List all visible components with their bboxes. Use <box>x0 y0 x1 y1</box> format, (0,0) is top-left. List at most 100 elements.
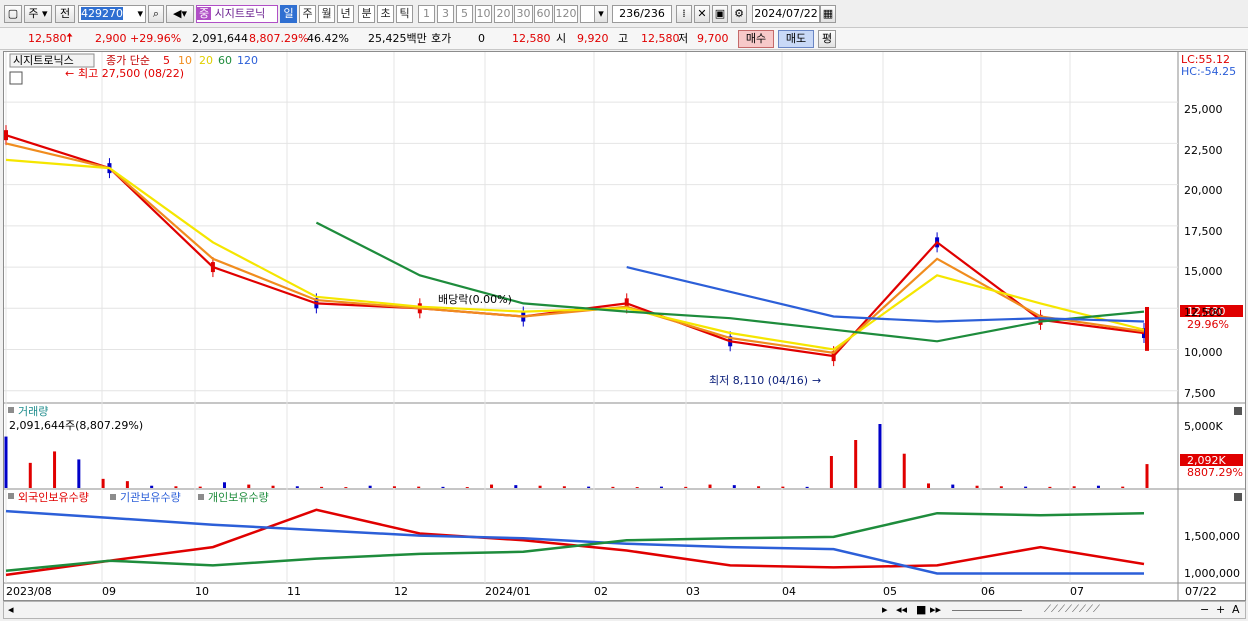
font-size-icon[interactable]: A <box>1232 602 1240 618</box>
hc-label: HC:-54.25 <box>1181 65 1236 78</box>
volume-bar <box>198 486 202 488</box>
volume-bar <box>999 486 1003 488</box>
x-label: 2023/08 <box>6 585 52 598</box>
tf-month[interactable]: 월 <box>318 5 335 23</box>
chart-area[interactable]: 시지트로닉스 종가 단순 5 10 20 60 120 LC:55.12 HC:… <box>3 51 1246 601</box>
toolbar: ▢ 주 ▾ 전 429270 ▾ ⌕ ◀▾ 중 시지트로닉 일 주 월 년 분 … <box>0 0 1248 28</box>
market-tab-label: 주 <box>28 7 39 20</box>
interval-120[interactable]: 120 <box>554 5 578 23</box>
quote-change-pct: +29.96% <box>130 32 182 45</box>
search-icon[interactable]: ⌕ <box>148 5 164 23</box>
stock-badge: 중 <box>197 7 212 20</box>
stock-name: 시지트로닉 <box>214 7 266 20</box>
tf-week[interactable]: 주 <box>299 5 316 23</box>
quote-turnover: 46.42% <box>307 32 349 45</box>
stop-icon[interactable]: ■ <box>916 602 926 618</box>
gear-icon[interactable]: ⚙ <box>731 5 747 23</box>
high-arrow-icon: ← <box>65 67 74 80</box>
interval-5[interactable]: 5 <box>456 5 473 23</box>
chart-scrollbar[interactable]: ◂ ▸ ◂◂ ■ ▸▸ ⟋⟋⟋⟋⟋⟋⟋⟋ − + A <box>3 601 1246 619</box>
sell-button[interactable]: 매도 <box>778 30 814 48</box>
ma-legend-60: 60 <box>218 54 232 67</box>
count-total: /236 <box>640 7 665 20</box>
period-tab[interactable]: 전 <box>55 5 75 23</box>
x-label: 03 <box>686 585 700 598</box>
drawing-tools-icon[interactable]: ⟋⟋⟋⟋⟋⟋⟋⟋ <box>1044 602 1100 618</box>
ma-legend-20: 20 <box>199 54 213 67</box>
date-field[interactable]: 2024/07/22 <box>752 5 820 23</box>
tf-year[interactable]: 년 <box>337 5 354 23</box>
volume-bar <box>174 486 178 488</box>
interval-3[interactable]: 3 <box>437 5 454 23</box>
interval-60[interactable]: 60 <box>534 5 553 23</box>
chevron-down-icon[interactable]: ▾ <box>594 5 608 23</box>
speed-slider[interactable] <box>952 610 1022 611</box>
volume-bar <box>150 485 154 488</box>
market-tab[interactable]: 주 ▾ <box>24 5 52 23</box>
code-input[interactable]: 429270 ▾ <box>78 5 146 23</box>
tf-second[interactable]: 초 <box>377 5 394 23</box>
window-icon[interactable]: ▢ <box>4 5 22 23</box>
scroll-left-icon[interactable]: ◂ <box>8 602 14 618</box>
interval-20[interactable]: 20 <box>494 5 513 23</box>
high-note: 최고 27,500 (08/22) <box>78 67 184 80</box>
chart-svg[interactable]: 시지트로닉스 종가 단순 5 10 20 60 120 LC:55.12 HC:… <box>4 52 1245 600</box>
hoga-price: 12,580 <box>512 32 551 45</box>
calendar-icon[interactable]: ▦ <box>820 5 836 23</box>
volume-title: 거래량 <box>18 405 48 418</box>
count-field[interactable]: 236/236 <box>612 5 672 23</box>
hoga-value: 0 <box>478 32 485 45</box>
speaker-icon[interactable]: ◀▾ <box>166 5 194 23</box>
fast-forward-icon[interactable]: ▸▸ <box>930 602 941 618</box>
candles <box>4 125 1149 367</box>
grid-icon[interactable]: ⁞ <box>676 5 692 23</box>
x-axis-labels: 2023/08 09 10 11 12 2024/01 02 03 04 05 … <box>6 585 1217 598</box>
close-icon[interactable] <box>1234 493 1242 501</box>
calculator-icon[interactable] <box>9 71 23 85</box>
play-icon[interactable]: ▸ <box>882 602 888 618</box>
legend-foreign: 외국인보유수량 <box>18 491 89 504</box>
y-tick: 7,500 <box>1184 387 1216 400</box>
crosshair-icon[interactable]: ✕ <box>694 5 710 23</box>
buy-button[interactable]: 매수 <box>738 30 774 48</box>
volume-bar <box>562 486 566 488</box>
save-icon[interactable]: ▣ <box>712 5 728 23</box>
interval-1[interactable]: 1 <box>418 5 435 23</box>
volume-bar <box>465 487 469 488</box>
panel-marker-icon <box>110 494 116 500</box>
interval-30[interactable]: 30 <box>514 5 533 23</box>
volume-bar <box>757 486 761 488</box>
volume-current-pct: 8807.29% <box>1187 466 1243 479</box>
stock-name-field[interactable]: 중 시지트로닉 <box>196 5 278 23</box>
x-label: 07/22 <box>1185 585 1217 598</box>
zoom-out-icon[interactable]: − <box>1200 602 1209 618</box>
candle-current <box>1145 306 1149 351</box>
x-label: 02 <box>594 585 608 598</box>
y-tick: 15,000 <box>1184 265 1223 278</box>
close-icon[interactable] <box>1234 407 1242 415</box>
ma-line-5 <box>5 134 1145 358</box>
volume-bar <box>902 453 906 488</box>
eval-button[interactable]: 평 <box>818 30 836 48</box>
interval-10[interactable]: 10 <box>475 5 492 23</box>
volume-bar <box>708 484 712 488</box>
vol-y-tick: 5,000K <box>1184 420 1223 433</box>
legend-individual: 개인보유수량 <box>208 491 269 504</box>
tf-minute[interactable]: 분 <box>358 5 375 23</box>
volume-bars <box>4 424 1149 488</box>
volume-bar <box>1121 486 1125 488</box>
y-tick: 10,000 <box>1184 346 1223 359</box>
rewind-icon[interactable]: ◂◂ <box>896 602 907 618</box>
volume-bar <box>368 485 372 488</box>
ma-legend-120: 120 <box>237 54 258 67</box>
y-tick: 20,000 <box>1184 184 1223 197</box>
volume-bar <box>659 486 663 488</box>
chevron-down-icon[interactable]: ▾ <box>137 6 143 22</box>
tf-tick[interactable]: 틱 <box>396 5 413 23</box>
quote-price: 12,580 <box>28 32 67 45</box>
volume-bar <box>538 485 542 488</box>
zoom-in-icon[interactable]: + <box>1216 602 1225 618</box>
quote-volume-ratio: 8,807.29% <box>249 32 309 45</box>
tf-day[interactable]: 일 <box>280 5 297 23</box>
ma-legend: 종가 단순 <box>106 54 150 67</box>
